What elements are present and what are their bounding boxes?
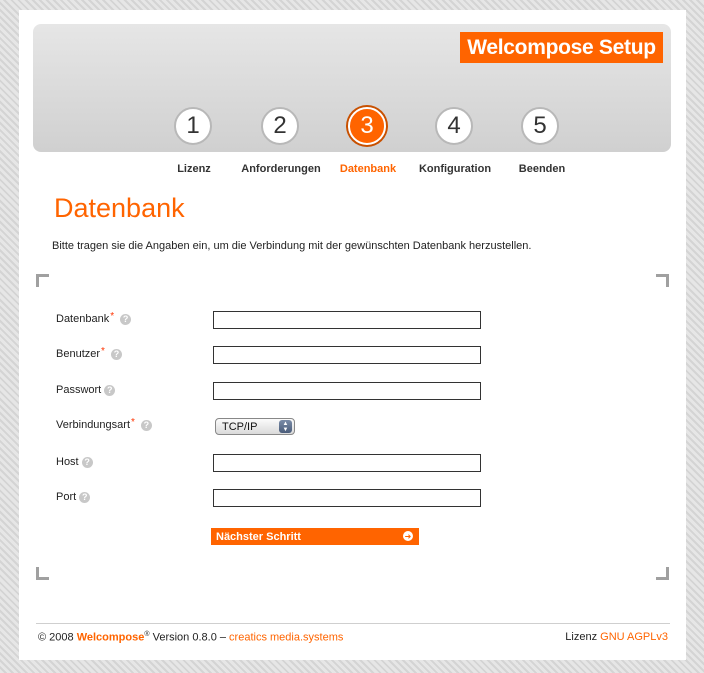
creatics-link[interactable]: creatics media.systems bbox=[229, 632, 343, 644]
verbindungsart-label: Verbindungsart * ? bbox=[56, 417, 152, 431]
footer-license: Lizenz GNU AGPLv3 bbox=[565, 631, 668, 643]
benutzer-label: Benutzer * ? bbox=[56, 346, 122, 360]
help-icon[interactable]: ? bbox=[104, 384, 116, 396]
help-icon[interactable]: ? bbox=[140, 419, 152, 431]
help-icon[interactable]: ? bbox=[120, 313, 132, 325]
step-label-lizenz: Lizenz bbox=[177, 163, 211, 175]
welcompose-link[interactable]: Welcompose bbox=[77, 632, 145, 644]
help-icon[interactable]: ? bbox=[110, 348, 122, 360]
step-label-datenbank: Datenbank bbox=[339, 163, 397, 175]
help-icon[interactable]: ? bbox=[79, 491, 91, 503]
license-link[interactable]: GNU AGPLv3 bbox=[600, 631, 668, 643]
intro-text: Bitte tragen sie die Angaben ein, um die… bbox=[52, 240, 532, 252]
step-label-anforderungen: Anforderungen bbox=[241, 163, 321, 175]
brand-logo: Welcompose Setup bbox=[460, 32, 663, 63]
port-label: Port ? bbox=[56, 491, 91, 503]
step-label-konfiguration: Konfiguration bbox=[418, 163, 492, 175]
arrow-right-circle-icon: ➜ bbox=[403, 531, 413, 541]
step-1-circle: 1 bbox=[174, 107, 212, 145]
passwort-label: Passwort ? bbox=[56, 384, 116, 396]
next-step-button[interactable]: Nächster Schritt ➜ bbox=[211, 528, 419, 545]
frame-corner-bottom-left bbox=[36, 567, 49, 580]
step-label-beenden: Beenden bbox=[518, 163, 566, 175]
step-5-circle: 5 bbox=[521, 107, 559, 145]
select-arrows-icon: ▲ ▼ bbox=[279, 420, 292, 433]
step-3-circle: 3 bbox=[348, 107, 386, 145]
passwort-input[interactable] bbox=[213, 382, 481, 400]
footer-copyright: © 2008 Welcompose® Version 0.8.0 – creat… bbox=[38, 631, 344, 644]
footer-divider bbox=[36, 623, 670, 624]
host-input[interactable] bbox=[213, 454, 481, 472]
step-4-circle: 4 bbox=[435, 107, 473, 145]
step-2-circle: 2 bbox=[261, 107, 299, 145]
benutzer-input[interactable] bbox=[213, 346, 481, 364]
setup-page: Welcompose Setup 1 2 3 4 5 Lizenz Anford… bbox=[19, 10, 686, 660]
datenbank-label: Datenbank * ? bbox=[56, 311, 132, 325]
host-label: Host ? bbox=[56, 456, 93, 468]
frame-corner-bottom-right bbox=[656, 567, 669, 580]
frame-corner-top-left bbox=[36, 274, 49, 287]
port-input[interactable] bbox=[213, 489, 481, 507]
datenbank-input[interactable] bbox=[213, 311, 481, 329]
frame-corner-top-right bbox=[656, 274, 669, 287]
help-icon[interactable]: ? bbox=[81, 456, 93, 468]
verbindungsart-select[interactable]: TCP/IP ▲ ▼ bbox=[215, 418, 295, 435]
page-title: Datenbank bbox=[54, 193, 185, 223]
